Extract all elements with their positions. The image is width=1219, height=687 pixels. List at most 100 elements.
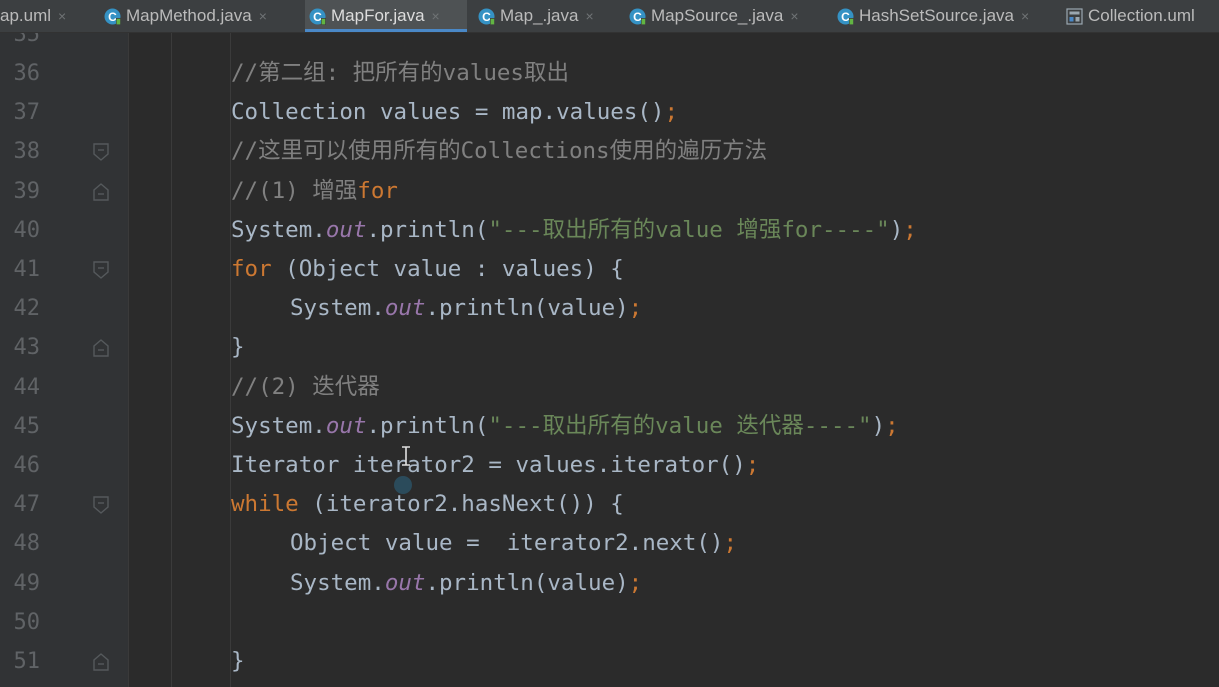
- code-token: .println(: [366, 412, 489, 439]
- tab-label: ap.uml: [0, 6, 52, 25]
- tab-label: Collection.uml: [1088, 6, 1195, 25]
- code-token: Object value = iterator2.next(): [290, 530, 724, 557]
- code-token: }: [231, 648, 245, 674]
- code-token: ;: [664, 99, 679, 126]
- code-token: System.: [231, 412, 326, 439]
- tab-hashsetsource-java[interactable]: C HashSetSource.java ×: [833, 0, 1055, 32]
- code-editor[interactable]: 35 36 37 38 39 40 41 42 43 44 45 46 47 48 49 50 51 //第二组…: [0, 33, 1219, 687]
- code-token: ;: [628, 295, 643, 322]
- fold-collapse-icon[interactable]: [92, 142, 110, 162]
- code-line[interactable]: System.out.println(value);: [290, 564, 642, 603]
- line-number: 42: [13, 296, 41, 322]
- line-number: 36: [13, 61, 41, 86]
- tab-mapsource-java[interactable]: C MapSource_.java ×: [625, 0, 825, 32]
- code-token: ): [871, 412, 886, 439]
- code-token: out: [384, 569, 426, 596]
- code-token: ;: [628, 569, 643, 596]
- tab-collection-uml[interactable]: Collection.uml: [1062, 0, 1219, 32]
- code-token: for: [357, 177, 398, 204]
- fold-end-icon[interactable]: [92, 338, 110, 358]
- tab-label: MapSource_.java: [651, 6, 784, 25]
- line-number: 45: [13, 413, 41, 439]
- code-token: .println(value): [425, 295, 629, 322]
- code-token: for: [231, 256, 272, 282]
- svg-text:C: C: [633, 9, 642, 23]
- line-number: 39: [13, 178, 41, 204]
- code-line[interactable]: System.out.println("---取出所有的value 增强for-…: [231, 211, 917, 250]
- tab-ap-uml[interactable]: ap.uml ×: [0, 0, 96, 32]
- close-tab-icon[interactable]: ×: [432, 9, 440, 23]
- line-number: 37: [13, 100, 41, 126]
- tab-label: MapMethod.java: [126, 6, 252, 25]
- text-cursor-icon: [402, 446, 410, 466]
- code-line[interactable]: }: [231, 642, 245, 681]
- code-line[interactable]: for (Object value : values) {: [231, 250, 624, 289]
- svg-text:C: C: [108, 9, 117, 23]
- close-tab-icon[interactable]: ×: [790, 9, 798, 23]
- uml-diagram-icon: [1066, 7, 1083, 25]
- line-number-gutter: 35 36 37 38 39 40 41 42 43 44 45 46 47 48 49 50 51: [0, 33, 128, 687]
- line-number: 51: [13, 649, 41, 674]
- tab-mapmethod-java[interactable]: C MapMethod.java ×: [100, 0, 298, 32]
- code-token: ;: [745, 452, 760, 478]
- code-line[interactable]: Object value = iterator2.next();: [290, 524, 737, 563]
- line-number: 50: [13, 609, 41, 635]
- code-token: (iterator2.hasNext()) {: [298, 491, 624, 518]
- java-class-icon: C: [104, 8, 121, 25]
- code-token: ;: [723, 530, 738, 557]
- java-class-icon: C: [309, 8, 326, 25]
- java-class-icon: C: [629, 8, 646, 25]
- code-line[interactable]: }: [231, 328, 245, 367]
- code-line[interactable]: Iterator iterator2 = values.iterator();: [231, 446, 759, 485]
- close-tab-icon[interactable]: ×: [58, 9, 66, 23]
- fold-end-icon[interactable]: [92, 652, 110, 672]
- code-line[interactable]: //第二组: 把所有的values取出: [231, 54, 569, 93]
- code-token: //这里可以使用所有的Collections使用的遍历方法: [231, 138, 768, 165]
- code-token: ): [889, 216, 904, 243]
- code-token: "---取出所有的value 增强for----": [488, 216, 890, 243]
- code-token: out: [325, 216, 367, 243]
- close-tab-icon[interactable]: ×: [259, 9, 267, 23]
- tab-map-java[interactable]: C Map_.java ×: [474, 0, 619, 32]
- line-number: 47: [13, 492, 41, 518]
- code-line[interactable]: //(1) 增强for: [231, 172, 398, 211]
- line-number: 41: [13, 257, 41, 282]
- code-line[interactable]: Collection values = map.values();: [231, 93, 678, 132]
- svg-text:C: C: [482, 9, 491, 23]
- code-token: System.: [231, 216, 326, 243]
- indent-guide: [171, 33, 172, 687]
- tab-label: Map_.java: [500, 6, 579, 25]
- code-line[interactable]: while (iterator2.hasNext()) {: [231, 485, 624, 524]
- close-tab-icon[interactable]: ×: [585, 9, 593, 23]
- code-line[interactable]: //(2) 迭代器: [231, 368, 380, 407]
- code-token: ;: [885, 412, 899, 439]
- java-class-icon: C: [478, 8, 495, 25]
- code-line[interactable]: System.out.println(value);: [290, 289, 642, 328]
- line-number: 46: [13, 453, 41, 478]
- fold-collapse-icon[interactable]: [92, 495, 110, 515]
- close-tab-icon[interactable]: ×: [1021, 9, 1029, 23]
- code-token: System.: [290, 295, 385, 322]
- mouse-pointer-highlight: [394, 476, 412, 494]
- code-token: //第二组: 把所有的values取出: [231, 60, 569, 86]
- code-token: System.: [290, 569, 385, 596]
- fold-end-icon[interactable]: [92, 182, 110, 202]
- line-number: 38: [13, 139, 41, 165]
- line-number: 35: [13, 33, 41, 47]
- line-number: 43: [13, 335, 41, 361]
- svg-text:C: C: [313, 9, 322, 23]
- code-token: ;: [903, 216, 917, 243]
- code-token: //(2) 迭代器: [231, 373, 380, 400]
- java-class-icon: C: [837, 8, 854, 25]
- code-token: while: [231, 491, 299, 518]
- tab-label: HashSetSource.java: [859, 6, 1014, 25]
- code-line[interactable]: System.out.println("---取出所有的value 迭代器---…: [231, 407, 899, 446]
- tab-label: MapFor.java: [331, 6, 425, 25]
- code-token: out: [325, 412, 367, 439]
- code-token: (Object value : values) {: [271, 256, 624, 282]
- tab-mapfor-java[interactable]: C MapFor.java ×: [305, 0, 467, 32]
- fold-collapse-icon[interactable]: [92, 260, 110, 280]
- code-token: }: [231, 334, 245, 361]
- line-number: 49: [13, 570, 41, 596]
- code-line[interactable]: //这里可以使用所有的Collections使用的遍历方法: [231, 132, 767, 171]
